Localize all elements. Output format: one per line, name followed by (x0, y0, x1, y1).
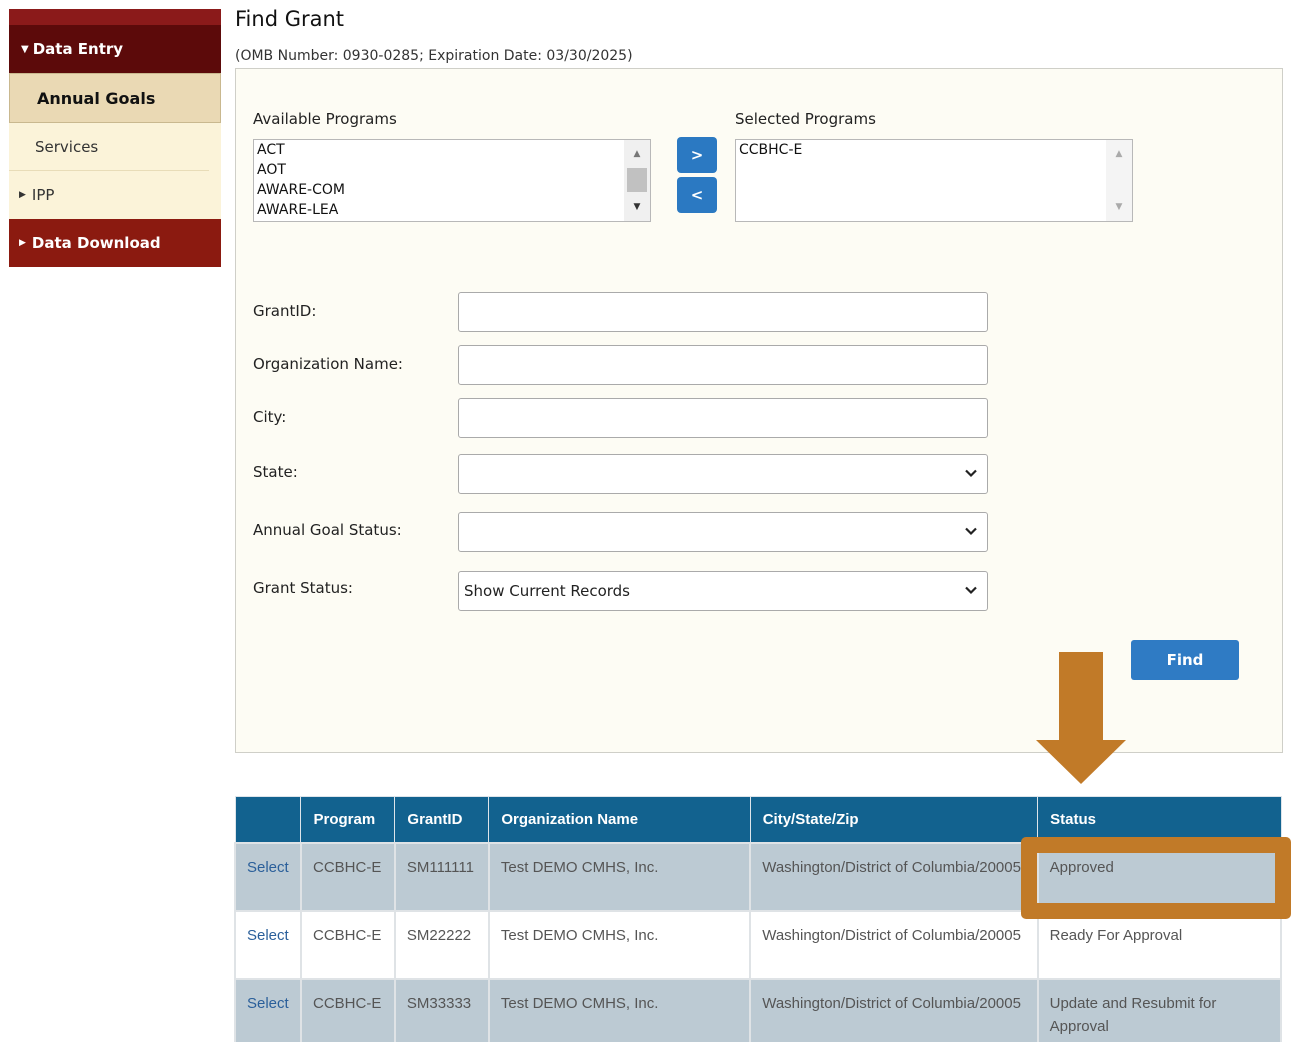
status-cell: Update and Resubmit for Approval (1036, 977, 1283, 1042)
column-header[interactable]: Status (1037, 796, 1282, 843)
list-item[interactable]: ACT (254, 140, 650, 160)
sidebar-item-label: IPP (31, 186, 55, 204)
caret-right-icon: ▶ (19, 190, 26, 200)
select-link[interactable]: Select (234, 977, 302, 1042)
city-label: City: (253, 408, 287, 426)
table-header-row: Program GrantID Organization Name City/S… (234, 796, 1282, 843)
organization-name-label: Organization Name: (253, 355, 403, 373)
scroll-up-icon[interactable]: ▲ (624, 144, 650, 164)
chevron-down-icon (965, 586, 977, 595)
scrollbar[interactable]: ▲ ▼ (624, 140, 650, 221)
available-programs-label: Available Programs (253, 110, 397, 128)
chevron-down-icon (965, 469, 977, 478)
select-link[interactable]: Select (234, 909, 302, 980)
list-item[interactable]: AWARE-COM (254, 180, 650, 200)
column-header[interactable]: Program (300, 796, 396, 843)
scrollbar[interactable]: ▲ ▼ (1106, 140, 1132, 221)
add-program-button[interactable]: > (677, 137, 717, 173)
sidebar-item-label: Data Download (31, 234, 161, 252)
list-item[interactable]: CCBHC-E (736, 140, 1132, 160)
state-select[interactable] (458, 454, 988, 494)
omb-info: (OMB Number: 0930-0285; Expiration Date:… (235, 48, 633, 64)
list-item[interactable]: AWARE-LEA (254, 200, 650, 220)
program-cell: CCBHC-E (299, 977, 396, 1042)
organization-name-input[interactable] (458, 345, 988, 385)
organization-cell: Test DEMO CMHS, Inc. (487, 909, 752, 980)
grant-status-value: Show Current Records (464, 582, 630, 600)
column-header[interactable]: GrantID (394, 796, 490, 843)
available-programs-list[interactable]: ACT AOT AWARE-COM AWARE-LEA ▲ ▼ (253, 139, 651, 222)
grantid-cell: SM22222 (393, 909, 490, 980)
grant-status-select[interactable]: Show Current Records (458, 571, 988, 611)
caret-down-icon: ▼ (21, 43, 29, 55)
annotation-arrow-shaft (1059, 652, 1103, 742)
status-cell: Ready For Approval (1036, 909, 1283, 980)
city-input[interactable] (458, 398, 988, 438)
scroll-down-icon[interactable]: ▼ (624, 197, 650, 217)
scroll-thumb[interactable] (627, 168, 647, 192)
sidebar-submenu: Services ▶ IPP (9, 123, 221, 219)
city-state-zip-cell: Washington/District of Columbia/20005 (749, 909, 1039, 980)
table-row: Select CCBHC-E SM22222 Test DEMO CMHS, I… (234, 909, 1283, 980)
sidebar-top-strip (9, 9, 221, 25)
search-panel: Available Programs ACT AOT AWARE-COM AWA… (235, 68, 1283, 753)
page-title: Find Grant (235, 7, 345, 31)
sidebar-item-services[interactable]: Services (9, 123, 209, 171)
annual-goal-status-label: Annual Goal Status: (253, 521, 402, 539)
grantid-label: GrantID: (253, 302, 317, 320)
list-item[interactable]: AOT (254, 160, 650, 180)
grantid-input[interactable] (458, 292, 988, 332)
sidebar-item-annual-goals[interactable]: Annual Goals (9, 73, 221, 123)
caret-right-icon: ▶ (19, 238, 26, 248)
annual-goal-status-select[interactable] (458, 512, 988, 552)
remove-program-button[interactable]: < (677, 177, 717, 213)
sidebar-item-ipp[interactable]: ▶ IPP (9, 171, 221, 219)
program-cell: CCBHC-E (299, 909, 396, 980)
results-table: Program GrantID Organization Name City/S… (234, 796, 1283, 1042)
program-cell: CCBHC-E (299, 841, 396, 912)
column-header[interactable]: City/State/Zip (749, 796, 1039, 843)
selected-programs-label: Selected Programs (735, 110, 876, 128)
scroll-up-icon[interactable]: ▲ (1106, 144, 1132, 164)
organization-cell: Test DEMO CMHS, Inc. (487, 841, 752, 912)
sidebar-item-label: Services (35, 137, 99, 156)
scroll-down-icon[interactable]: ▼ (1106, 197, 1132, 217)
annotation-arrow-icon (1036, 740, 1126, 784)
sidebar: ▼ Data Entry Annual Goals Services ▶ IPP… (9, 9, 221, 267)
annotation-highlight-box (1021, 837, 1291, 919)
find-button[interactable]: Find (1131, 640, 1239, 680)
grant-status-label: Grant Status: (253, 579, 353, 597)
city-state-zip-cell: Washington/District of Columbia/20005 (749, 977, 1039, 1042)
column-header (234, 796, 302, 843)
sidebar-item-data-download[interactable]: ▶ Data Download (9, 219, 221, 267)
sidebar-item-label: Data Entry (32, 40, 124, 58)
select-link[interactable]: Select (234, 841, 302, 912)
state-label: State: (253, 463, 298, 481)
organization-cell: Test DEMO CMHS, Inc. (487, 977, 752, 1042)
column-header[interactable]: Organization Name (488, 796, 751, 843)
selected-programs-list[interactable]: CCBHC-E ▲ ▼ (735, 139, 1133, 222)
grantid-cell: SM111111 (393, 841, 490, 912)
city-state-zip-cell: Washington/District of Columbia/20005 (749, 841, 1039, 912)
sidebar-item-data-entry[interactable]: ▼ Data Entry (9, 25, 221, 73)
chevron-down-icon (965, 527, 977, 536)
table-row: Select CCBHC-E SM33333 Test DEMO CMHS, I… (234, 977, 1283, 1042)
grantid-cell: SM33333 (393, 977, 490, 1042)
sidebar-item-label: Annual Goals (37, 88, 156, 108)
